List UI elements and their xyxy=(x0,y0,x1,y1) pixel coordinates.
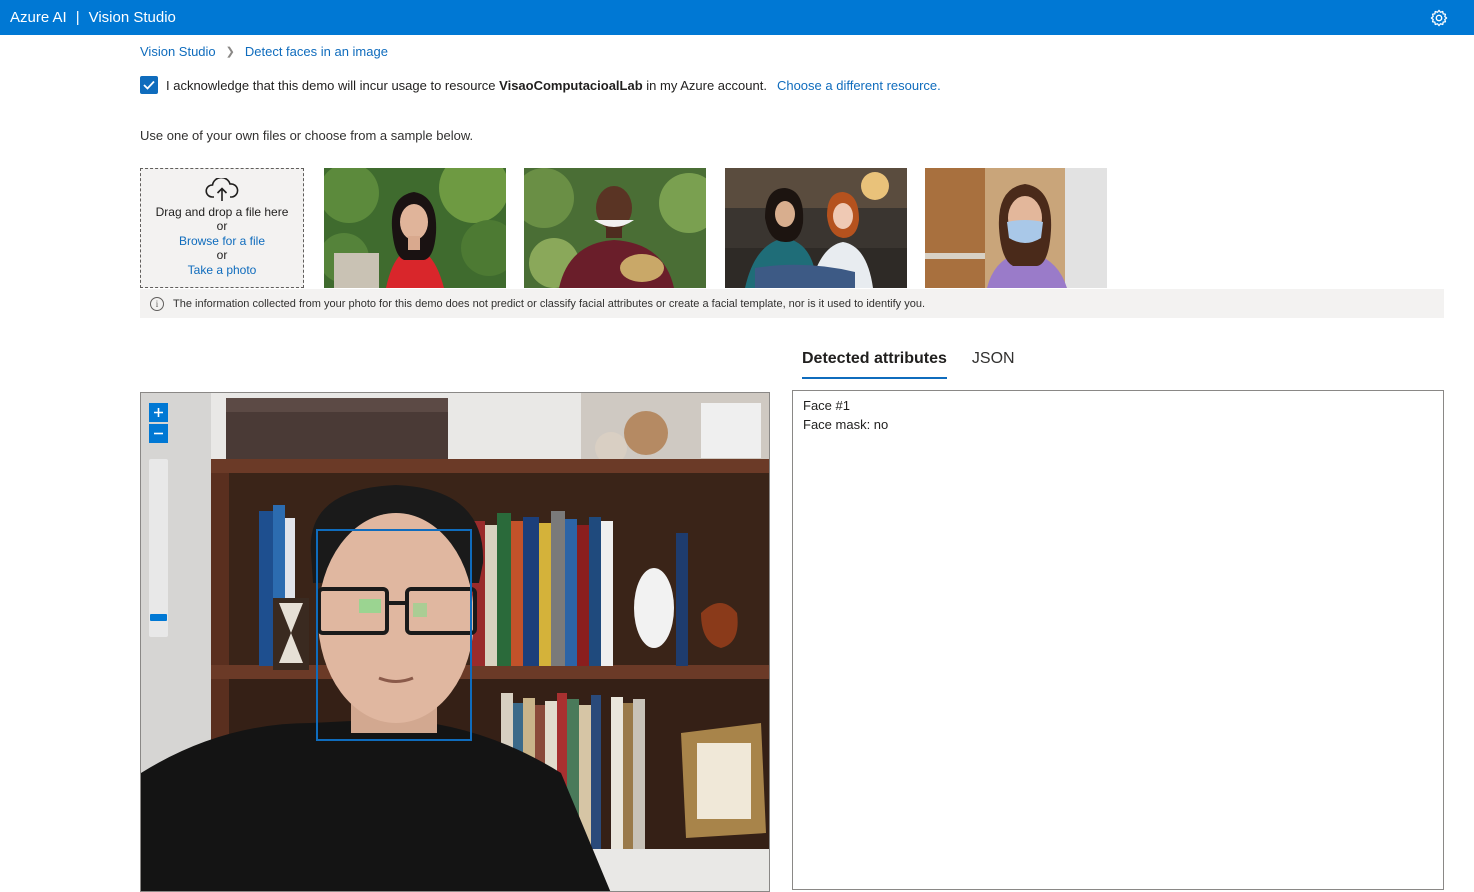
sample-image-3[interactable] xyxy=(725,168,907,288)
face-label: Face #1 xyxy=(803,398,850,413)
image-preview[interactable] xyxy=(140,392,770,892)
breadcrumb: Vision Studio ❯ Detect faces in an image xyxy=(140,44,388,59)
zoom-slider[interactable] xyxy=(149,459,168,637)
or-text: or xyxy=(216,248,228,262)
take-photo-link[interactable]: Take a photo xyxy=(141,263,303,277)
results-tabs: Detected attributes JSON xyxy=(802,350,1040,379)
acknowledge-text-before: I acknowledge that this demo will incur … xyxy=(166,77,496,93)
zoom-in-button[interactable] xyxy=(149,403,168,422)
detected-attributes-panel: Face #1 Face mask: no xyxy=(792,390,1444,890)
brand-name[interactable]: Azure AI xyxy=(10,9,67,26)
acknowledge-checkbox[interactable] xyxy=(140,76,158,94)
sample-photo-woman-red xyxy=(324,168,506,288)
uploaded-photo xyxy=(141,393,769,891)
brand-separator: | xyxy=(75,9,80,26)
checkmark-icon xyxy=(143,80,155,90)
plus-icon xyxy=(154,408,163,417)
face-mask-value: Face mask: no xyxy=(803,417,889,432)
breadcrumb-root[interactable]: Vision Studio xyxy=(140,44,216,59)
acknowledgement-row: I acknowledge that this demo will incur … xyxy=(140,76,941,94)
drag-drop-text: Drag and drop a file here xyxy=(155,205,289,219)
sample-photo-two-women xyxy=(725,168,907,288)
gear-icon[interactable] xyxy=(1430,9,1448,27)
zoom-slider-thumb[interactable] xyxy=(150,614,167,621)
choose-resource-link[interactable]: Choose a different resource. xyxy=(777,78,941,93)
intro-text: Use one of your own files or choose from… xyxy=(140,128,474,143)
file-upload-dropzone[interactable]: Drag and drop a file here or Browse for … xyxy=(140,168,304,288)
privacy-notice: i The information collected from your ph… xyxy=(140,289,1444,318)
product-name[interactable]: Vision Studio xyxy=(89,9,176,26)
zoom-out-button[interactable] xyxy=(149,424,168,443)
tab-detected-attributes[interactable]: Detected attributes xyxy=(802,350,947,379)
minus-icon xyxy=(154,432,163,435)
sample-photo-man-hat xyxy=(524,168,706,288)
or-text: or xyxy=(216,219,228,233)
cloud-upload-icon xyxy=(205,176,239,201)
breadcrumb-current[interactable]: Detect faces in an image xyxy=(245,44,388,59)
browse-file-link[interactable]: Browse for a file xyxy=(141,234,303,248)
sample-photo-woman-mask xyxy=(925,168,1107,288)
sample-image-2[interactable] xyxy=(524,168,706,288)
top-app-bar: Azure AI | Vision Studio xyxy=(0,0,1474,35)
acknowledge-text-after: in my Azure account. xyxy=(646,77,767,93)
sample-image-1[interactable] xyxy=(324,168,506,288)
sample-image-4[interactable] xyxy=(925,168,1107,288)
resource-name: VisaoComputacioalLab xyxy=(499,77,643,93)
tab-json[interactable]: JSON xyxy=(972,350,1015,379)
chevron-right-icon: ❯ xyxy=(225,46,235,58)
privacy-notice-text: The information collected from your phot… xyxy=(173,297,926,310)
info-icon: i xyxy=(150,296,164,311)
